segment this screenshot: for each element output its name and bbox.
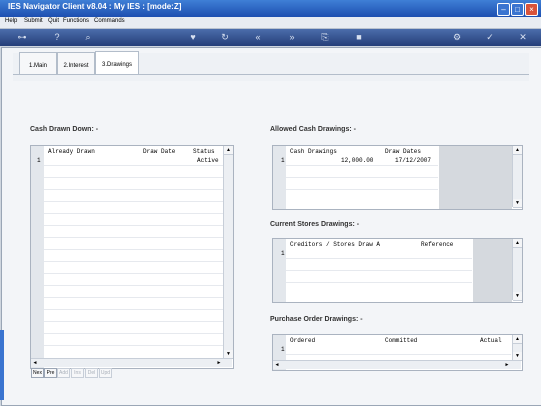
heart-icon[interactable]: ♥: [186, 31, 200, 44]
scroll-right-arrow[interactable]: ►: [215, 359, 223, 367]
row-gutter: [273, 239, 286, 302]
search-icon[interactable]: ⌕: [81, 31, 95, 44]
scroll-down-arrow[interactable]: ▼: [513, 292, 522, 301]
col-actual[interactable]: Actual: [480, 337, 502, 344]
toolbar: ⊶ ? ⌕ ♥ ↻ « » ⎘ ■ ⚙ ✓ ✕: [0, 29, 541, 46]
grid-filler: [473, 239, 512, 302]
tab-drawings[interactable]: 3.Drawings: [95, 51, 139, 75]
scroll-up-arrow[interactable]: ▲: [513, 335, 522, 344]
scroll-left-arrow[interactable]: ◄: [273, 361, 281, 369]
vertical-scrollbar[interactable]: ▲ ▼: [512, 239, 522, 301]
horizontal-scrollbar[interactable]: ◄ ►: [273, 360, 521, 369]
purchase-orders-grid: Ordered Committed Actual 1 ▲ ▼ ◄ ►: [272, 334, 523, 371]
col-cash-drawings[interactable]: Cash Drawings: [290, 148, 337, 155]
col-status[interactable]: Status: [193, 148, 215, 155]
draw-dates-cell[interactable]: 17/12/2007: [395, 157, 431, 164]
refresh-icon[interactable]: ↻: [218, 31, 232, 44]
scroll-left-arrow[interactable]: ◄: [31, 359, 39, 367]
stop-icon[interactable]: ■: [352, 31, 366, 44]
delete-button[interactable]: Del: [85, 368, 98, 378]
gear-icon[interactable]: ⚙: [450, 31, 464, 44]
col-draw-dates[interactable]: Draw Dates: [385, 148, 421, 155]
menu-quit[interactable]: Quit: [48, 18, 59, 24]
col-draw-date[interactable]: Draw Date: [143, 148, 175, 155]
menu-submit[interactable]: Submit: [24, 18, 43, 24]
update-button[interactable]: Upd: [99, 368, 112, 378]
col-ordered[interactable]: Ordered: [290, 337, 315, 344]
row-gutter: [31, 146, 44, 368]
allowed-cash-grid: Cash Drawings Draw Dates 1 12,000.00 17/…: [272, 145, 523, 210]
scroll-up-arrow[interactable]: ▲: [513, 239, 522, 248]
row-number: 1: [37, 157, 41, 164]
grid-filler: [439, 146, 512, 209]
insert-button[interactable]: Ins: [71, 368, 84, 378]
row-number: 1: [281, 157, 285, 164]
vertical-scrollbar[interactable]: ▲ ▼: [223, 146, 233, 359]
current-stores-title: Current Stores Drawings: -: [270, 221, 360, 228]
title-bar: IES Navigator Client v8.04 : My IES : [m…: [0, 0, 541, 17]
rewind-icon[interactable]: «: [251, 31, 265, 44]
menu-bar: Help Submit Quit Functions Commands: [0, 17, 541, 29]
col-committed[interactable]: Committed: [385, 337, 417, 344]
window-title: IES Navigator Client v8.04 : My IES : [m…: [8, 2, 182, 11]
tab-main[interactable]: 1.Main: [19, 52, 57, 75]
horizontal-scrollbar[interactable]: ◄ ►: [31, 358, 232, 367]
vertical-scrollbar[interactable]: ▲ ▼: [512, 146, 522, 208]
row-number: 1: [281, 346, 285, 353]
scroll-up-arrow[interactable]: ▲: [224, 146, 233, 155]
menu-help[interactable]: Help: [5, 18, 17, 24]
close-icon[interactable]: ✕: [516, 31, 530, 44]
col-reference[interactable]: Reference: [421, 241, 453, 248]
already-drawn-cell[interactable]: [48, 157, 138, 164]
close-window-button[interactable]: ×: [525, 3, 538, 16]
allowed-cash-title: Allowed Cash Drawings: -: [270, 126, 356, 133]
row-number: 1: [281, 250, 285, 257]
vertical-scrollbar[interactable]: ▲ ▼: [512, 335, 522, 361]
key-icon[interactable]: ⊶: [12, 31, 32, 44]
copy-icon[interactable]: ⎘: [318, 31, 332, 44]
add-button[interactable]: Add: [57, 368, 70, 378]
side-strip: [0, 330, 4, 400]
cash-drawings-cell[interactable]: 12,000.00: [341, 157, 373, 164]
scroll-down-arrow[interactable]: ▼: [513, 199, 522, 208]
cash-drawn-down-grid: Already Drawn Draw Date Status 1 Active …: [30, 145, 234, 369]
status-cell[interactable]: Active: [197, 157, 219, 164]
cash-drawn-down-title: Cash Drawn Down: -: [30, 126, 99, 133]
next-button[interactable]: Nex: [31, 368, 44, 378]
col-creditors-stores[interactable]: Creditors / Stores Draw A: [290, 241, 380, 248]
purchase-orders-title: Purchase Order Drawings: -: [270, 316, 363, 323]
scroll-up-arrow[interactable]: ▲: [513, 146, 522, 155]
row-gutter: [273, 146, 286, 209]
menu-commands[interactable]: Commands: [94, 18, 125, 24]
col-already-drawn[interactable]: Already Drawn: [48, 148, 95, 155]
minimize-button[interactable]: –: [497, 3, 510, 16]
scroll-right-arrow[interactable]: ►: [503, 361, 511, 369]
tab-interest[interactable]: 2.Interest: [57, 52, 95, 75]
menu-functions[interactable]: Functions: [63, 18, 89, 24]
forward-icon[interactable]: »: [285, 31, 299, 44]
tab-divider: [13, 74, 529, 75]
check-icon[interactable]: ✓: [483, 31, 497, 44]
maximize-button[interactable]: □: [511, 3, 524, 16]
current-stores-grid: Creditors / Stores Draw A Reference 1 ▲ …: [272, 238, 523, 303]
previous-button[interactable]: Pre: [44, 368, 57, 378]
help-icon[interactable]: ?: [50, 31, 64, 44]
